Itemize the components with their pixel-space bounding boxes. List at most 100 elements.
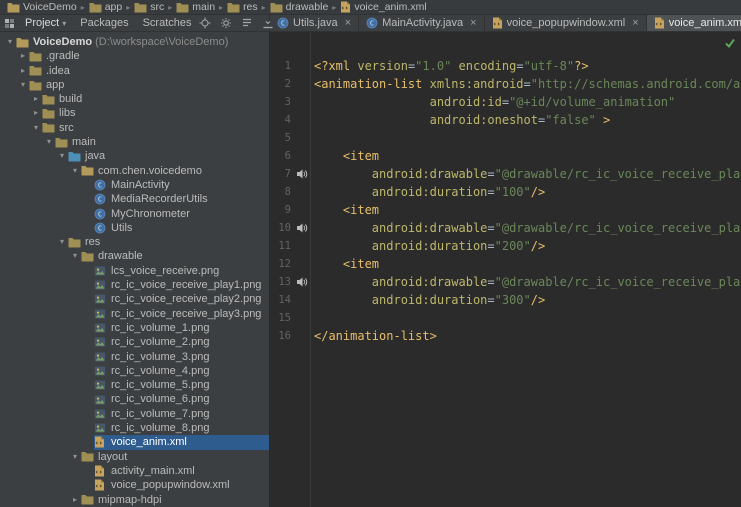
line-number: 13: [270, 273, 294, 291]
tree-item-label: MyChronometer: [109, 207, 193, 221]
folder-icon: [81, 494, 96, 505]
tree-item-rc-ic-volume-2-png[interactable]: rc_ic_volume_2.png: [0, 335, 269, 349]
close-icon[interactable]: ×: [345, 18, 351, 29]
folder-icon: [29, 65, 44, 76]
chevron-right-icon[interactable]: ▸: [30, 92, 42, 106]
svg-text:C: C: [98, 196, 102, 204]
chevron-down-icon[interactable]: ▾: [4, 35, 16, 49]
breadcrumb-item-voice-anim-xml[interactable]: voice_anim.xml: [338, 1, 428, 13]
editor-tab-voice-popupwindow-xml[interactable]: voice_popupwindow.xml×: [485, 15, 647, 31]
tree-item-label: Utils: [109, 221, 135, 235]
tool-tab-scratches[interactable]: Scratches: [136, 15, 199, 31]
tree-item-gradle[interactable]: ▸.gradle: [0, 49, 269, 63]
editor-tab-utils-java[interactable]: CUtils.java×: [270, 15, 359, 31]
line-number: 14: [270, 291, 294, 309]
tree-item-label: rc_ic_volume_3.png: [109, 350, 212, 364]
hide-icon[interactable]: [262, 17, 274, 29]
tree-item-rc-ic-voice-receive-play3-png[interactable]: rc_ic_voice_receive_play3.png: [0, 307, 269, 321]
tree-item-voice-anim-xml[interactable]: voice_anim.xml: [0, 435, 269, 449]
breadcrumb-item-drawable[interactable]: drawable: [268, 1, 331, 13]
tree-item-voicedemo[interactable]: ▾VoiceDemo (D:\workspace\VoiceDemo): [0, 35, 269, 49]
breadcrumb-item-res[interactable]: res: [225, 1, 260, 13]
tree-item-rc-ic-volume-5-png[interactable]: rc_ic_volume_5.png: [0, 378, 269, 392]
breadcrumb-item-app[interactable]: app: [87, 1, 125, 13]
tree-item-voice-popupwindow-xml[interactable]: voice_popupwindow.xml: [0, 478, 269, 492]
tab-label: MainActivity.java: [382, 17, 463, 29]
tool-tab-project[interactable]: Project▾: [18, 15, 73, 31]
tree-item-src[interactable]: ▾src: [0, 121, 269, 135]
tree-item-utils[interactable]: C Utils: [0, 221, 269, 235]
editor-tab-voice-anim-xml[interactable]: voice_anim.xml×: [647, 15, 741, 31]
chevron-down-icon[interactable]: ▾: [69, 450, 81, 464]
code-line: 6 <item: [270, 147, 741, 165]
chevron-right-icon[interactable]: ▸: [30, 106, 42, 120]
code-text: android:drawable="@drawable/rc_ic_voice_…: [310, 273, 741, 291]
speaker-icon[interactable]: [294, 222, 310, 234]
chevron-down-icon[interactable]: ▾: [69, 249, 81, 263]
chevron-down-icon[interactable]: ▾: [56, 149, 68, 163]
tree-item-mediarecorderutils[interactable]: CMediaRecorderUtils: [0, 192, 269, 206]
tree-item-activity-main-xml[interactable]: activity_main.xml: [0, 464, 269, 478]
code-text: <item: [310, 147, 379, 165]
chevron-right-icon[interactable]: ▸: [17, 64, 29, 78]
chevron-down-icon[interactable]: ▾: [43, 135, 55, 149]
tree-item-layout[interactable]: ▾layout: [0, 450, 269, 464]
breadcrumb-item-voicedemo[interactable]: VoiceDemo: [5, 1, 79, 13]
breadcrumb-item-src[interactable]: src: [132, 1, 166, 13]
code-line: 15: [270, 309, 741, 327]
tool-tab-packages[interactable]: Packages: [73, 15, 135, 31]
inspections-ok-icon[interactable]: [724, 37, 736, 52]
locate-file-icon[interactable]: [199, 17, 211, 29]
tree-item-main[interactable]: ▾main: [0, 135, 269, 149]
folder-icon: [81, 251, 96, 262]
speaker-icon[interactable]: [294, 276, 310, 288]
code-area[interactable]: 1<?xml version="1.0" encoding="utf-8"?>2…: [270, 32, 741, 345]
tool-window-tabs: Project▾PackagesScratches: [18, 15, 199, 31]
tree-item-rc-ic-volume-7-png[interactable]: rc_ic_volume_7.png: [0, 407, 269, 421]
tree-item-rc-ic-volume-8-png[interactable]: rc_ic_volume_8.png: [0, 421, 269, 435]
tree-item-idea[interactable]: ▸ .idea: [0, 64, 269, 78]
collapse-all-icon[interactable]: [241, 17, 253, 29]
settings-gear-icon[interactable]: [220, 17, 232, 29]
chevron-right-icon[interactable]: ▸: [69, 493, 81, 507]
editor-tab-mainactivity-java[interactable]: CMainActivity.java×: [359, 15, 485, 31]
close-icon[interactable]: ×: [470, 18, 476, 29]
tree-item-rc-ic-volume-4-png[interactable]: rc_ic_volume_4.png: [0, 364, 269, 378]
tree-item-rc-ic-voice-receive-play2-png[interactable]: rc_ic_voice_receive_play2.png: [0, 292, 269, 306]
tree-item-libs[interactable]: ▸libs: [0, 106, 269, 120]
package-icon: [81, 165, 96, 176]
line-number: 5: [270, 129, 294, 147]
chevron-right-icon[interactable]: ▸: [17, 49, 29, 63]
image-file-icon: [94, 308, 109, 320]
tree-item-label: rc_ic_volume_1.png: [109, 321, 212, 335]
tree-item-app[interactable]: ▾app: [0, 78, 269, 92]
tree-item-rc-ic-volume-1-png[interactable]: rc_ic_volume_1.png: [0, 321, 269, 335]
chevron-down-icon[interactable]: ▾: [17, 78, 29, 92]
chevron-down-icon[interactable]: ▾: [56, 235, 68, 249]
tree-item-rc-ic-voice-receive-play1-png[interactable]: rc_ic_voice_receive_play1.png: [0, 278, 269, 292]
tree-item-rc-ic-volume-6-png[interactable]: rc_ic_volume_6.png: [0, 392, 269, 406]
tree-item-java[interactable]: ▾java: [0, 149, 269, 163]
tree-item-com-chen-voicedemo[interactable]: ▾com.chen.voicedemo: [0, 164, 269, 178]
tree-item-rc-ic-volume-3-png[interactable]: rc_ic_volume_3.png: [0, 350, 269, 364]
tree-item-res[interactable]: ▾res: [0, 235, 269, 249]
image-file-icon: [94, 322, 109, 334]
tree-item-build[interactable]: ▸build: [0, 92, 269, 106]
tree-item-mychronometer[interactable]: CMyChronometer: [0, 207, 269, 221]
xml-file-icon: [94, 479, 109, 491]
svg-text:C: C: [98, 224, 102, 232]
close-icon[interactable]: ×: [632, 18, 638, 29]
editor[interactable]: 1<?xml version="1.0" encoding="utf-8"?>2…: [270, 32, 741, 507]
tree-item-label: .idea: [44, 64, 73, 78]
speaker-icon[interactable]: [294, 168, 310, 180]
folder-icon: [89, 2, 102, 13]
chevron-down-icon[interactable]: ▾: [30, 121, 42, 135]
tree-item-drawable[interactable]: ▾drawable: [0, 249, 269, 263]
chevron-down-icon[interactable]: ▾: [69, 164, 81, 178]
tree-item-mipmap-hdpi[interactable]: ▸mipmap-hdpi: [0, 493, 269, 507]
project-tree: ▾VoiceDemo (D:\workspace\VoiceDemo)▸.gra…: [0, 32, 269, 507]
breadcrumb-item-main[interactable]: main: [174, 1, 217, 13]
tree-item-lcs-voice-receive-png[interactable]: lcs_voice_receive.png: [0, 264, 269, 278]
tree-item-label: activity_main.xml: [109, 464, 198, 478]
tree-item-mainactivity[interactable]: CMainActivity: [0, 178, 269, 192]
